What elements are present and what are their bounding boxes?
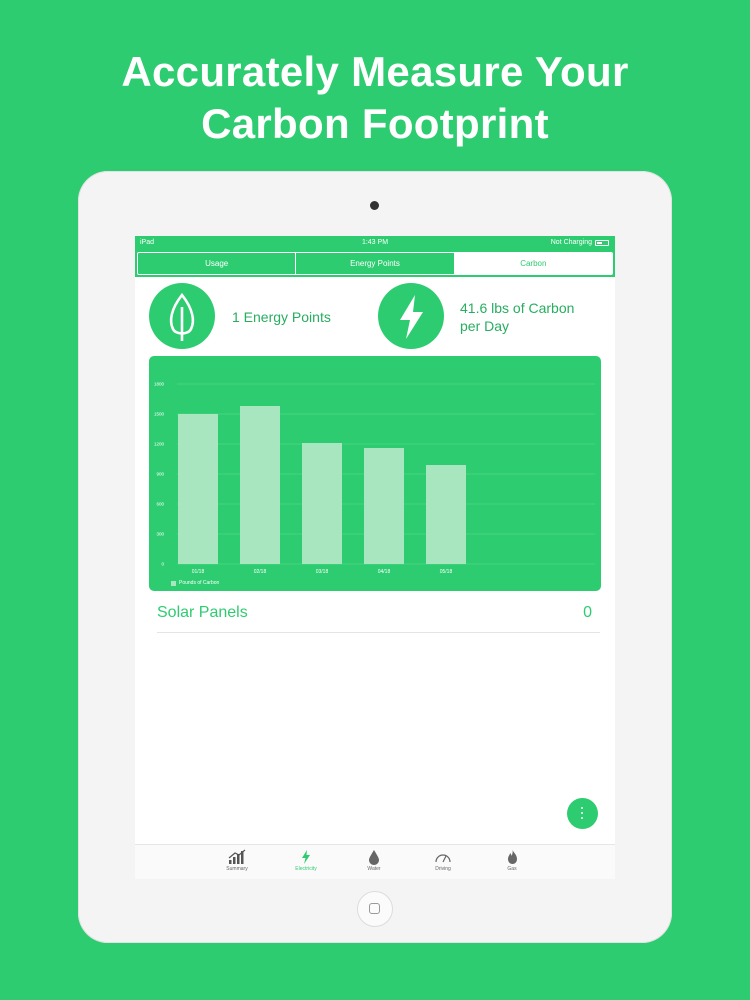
carbon-per-day: 41.6 lbs of Carbon per Day <box>460 299 574 335</box>
tab-water[interactable]: Water <box>344 848 404 872</box>
x-tick-label: 02/18 <box>254 569 267 575</box>
y-tick-label: 1500 <box>154 412 165 417</box>
drop-icon <box>369 849 379 865</box>
bar-03-18 <box>302 443 342 564</box>
bar-04-18 <box>364 448 404 564</box>
ipad-frame: iPad 1:43 PM Not Charging Usage Energy P… <box>78 171 672 943</box>
legend-label: Pounds of Carbon <box>179 580 220 586</box>
tab-summary-label: Summary <box>226 866 248 872</box>
more-vertical-icon <box>581 807 583 809</box>
bar-01-18 <box>178 414 218 564</box>
solar-panels-value: 0 <box>583 604 592 621</box>
segmented-control-bar: Usage Energy Points Carbon <box>135 250 615 277</box>
more-options-button[interactable] <box>567 798 598 829</box>
home-square-icon <box>369 903 380 914</box>
bolt-icon <box>378 283 444 349</box>
tab-gas[interactable]: Gas <box>482 848 542 872</box>
x-tick-label: 05/18 <box>440 569 453 575</box>
bar-02-18 <box>240 406 280 564</box>
tab-electricity[interactable]: Electricity <box>276 848 336 872</box>
speedometer-icon <box>435 854 451 863</box>
flame-icon <box>507 850 517 864</box>
tab-bar: Summary Electricity Water Driving Gas <box>135 844 615 879</box>
stats-row: 1 Energy Points 41.6 lbs of Carbon per D… <box>135 277 615 355</box>
chart-canvas: 0 300 600 900 1200 1500 1800 01/18 02/18 03/18 04/… <box>154 382 595 575</box>
y-tick-label: 300 <box>156 532 164 537</box>
bolt-icon <box>302 850 310 864</box>
tab-summary[interactable]: Summary <box>207 848 267 872</box>
x-tick-label: 01/18 <box>192 569 205 575</box>
headline-line-1: Accurately Measure Your <box>121 48 629 95</box>
segment-usage[interactable]: Usage <box>138 253 297 274</box>
carbon-line-1: 41.6 lbs of Carbon <box>460 300 575 316</box>
carbon-line-2: per Day <box>460 318 510 334</box>
segmented-control: Usage Energy Points Carbon <box>137 252 613 275</box>
segment-energy-points[interactable]: Energy Points <box>296 253 455 274</box>
home-button[interactable] <box>357 891 393 927</box>
x-tick-label: 03/18 <box>316 569 329 575</box>
headline: Accurately Measure Your Carbon Footprint <box>0 46 750 150</box>
chart-icon <box>228 849 246 864</box>
tab-water-label: Water <box>367 866 381 872</box>
energy-points-value: 1 Energy Points <box>232 309 331 325</box>
y-tick-label: 900 <box>156 472 164 477</box>
x-tick-label: 04/18 <box>378 569 391 575</box>
legend-swatch <box>171 580 176 586</box>
status-bar: iPad 1:43 PM Not Charging <box>135 236 615 250</box>
tab-gas-label: Gas <box>507 866 517 872</box>
y-tick-label: 1200 <box>154 442 165 447</box>
status-time: 1:43 PM <box>361 239 389 246</box>
bar-05-18 <box>426 465 466 564</box>
leaf-icon <box>149 283 215 349</box>
headline-line-2: Carbon Footprint <box>201 100 549 147</box>
tab-driving[interactable]: Driving <box>413 848 473 872</box>
camera-icon <box>370 201 379 210</box>
battery-icon <box>595 239 609 246</box>
segment-carbon[interactable]: Carbon <box>454 253 612 274</box>
y-tick-label: 600 <box>156 502 164 507</box>
y-tick-label: 0 <box>161 562 164 567</box>
solar-panels-label: Solar Panels <box>157 604 248 621</box>
status-battery-area: Not Charging <box>551 239 609 246</box>
solar-panels-row[interactable]: Solar Panels 0 <box>157 604 600 633</box>
y-tick-label: 1800 <box>154 382 165 387</box>
app-screen: iPad 1:43 PM Not Charging Usage Energy P… <box>135 236 615 879</box>
status-charging: Not Charging <box>550 239 592 246</box>
tab-electricity-label: Electricity <box>295 866 317 872</box>
tab-driving-label: Driving <box>435 866 451 872</box>
chart-legend: Pounds of Carbon <box>171 580 219 586</box>
carbon-bar-chart: 0 300 600 900 1200 1500 1800 01/18 02/18 03/18 04/… <box>149 356 601 591</box>
